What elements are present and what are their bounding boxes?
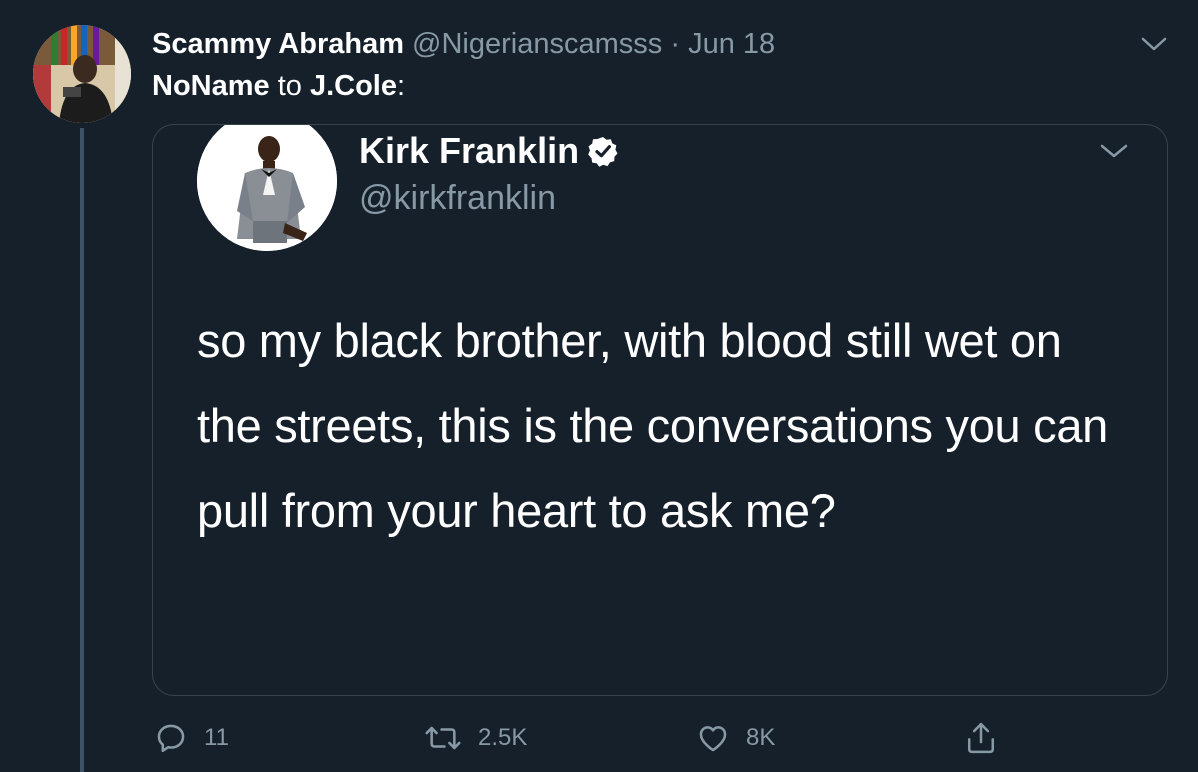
like-button[interactable]: 8K (696, 716, 775, 760)
context-to: to (277, 70, 302, 102)
context-from: NoName (152, 70, 270, 102)
quoted-tweet-card[interactable]: Kirk Franklin @kirkfranklin so my black … (152, 124, 1168, 696)
chevron-down-icon[interactable] (1099, 141, 1129, 161)
share-icon (967, 722, 995, 754)
like-icon (699, 726, 727, 752)
reply-count: 11 (204, 724, 229, 751)
quoted-tweet-text: so my black brother, with blood still we… (197, 314, 1109, 537)
quoted-handle[interactable]: @kirkfranklin (359, 177, 556, 219)
timestamp[interactable]: Jun 18 (688, 28, 775, 60)
verified-badge-icon (588, 137, 618, 167)
display-name[interactable]: Scammy Abraham (152, 28, 404, 60)
thread-line (80, 128, 84, 772)
quoted-name-text: Kirk Franklin (359, 130, 580, 171)
context-target: J.Cole (309, 70, 397, 102)
chevron-down-icon[interactable] (1140, 34, 1168, 54)
reply-icon (157, 724, 185, 753)
tweet-text: NoName to J.Cole: (152, 69, 405, 103)
context-colon: : (397, 70, 406, 102)
tweet-header: Scammy Abraham @Nigerianscamsss · Jun 18 (152, 27, 775, 61)
tweet[interactable]: Scammy Abraham @Nigerianscamsss · Jun 18… (0, 0, 1198, 772)
quoted-avatar[interactable] (197, 125, 337, 251)
retweet-icon (425, 726, 461, 750)
like-count: 8K (746, 724, 776, 751)
separator: · (670, 28, 681, 60)
handle[interactable]: @Nigerianscamsss (412, 28, 662, 60)
share-button[interactable] (964, 716, 1014, 760)
retweet-count: 2.5K (478, 724, 528, 751)
reply-button[interactable]: 11 (154, 716, 229, 760)
retweet-button[interactable]: 2.5K (424, 716, 527, 760)
quoted-display-name[interactable]: Kirk Franklin (359, 129, 619, 173)
avatar[interactable] (33, 25, 131, 123)
tweet-actions: 11 2.5K 8K (152, 716, 1052, 760)
